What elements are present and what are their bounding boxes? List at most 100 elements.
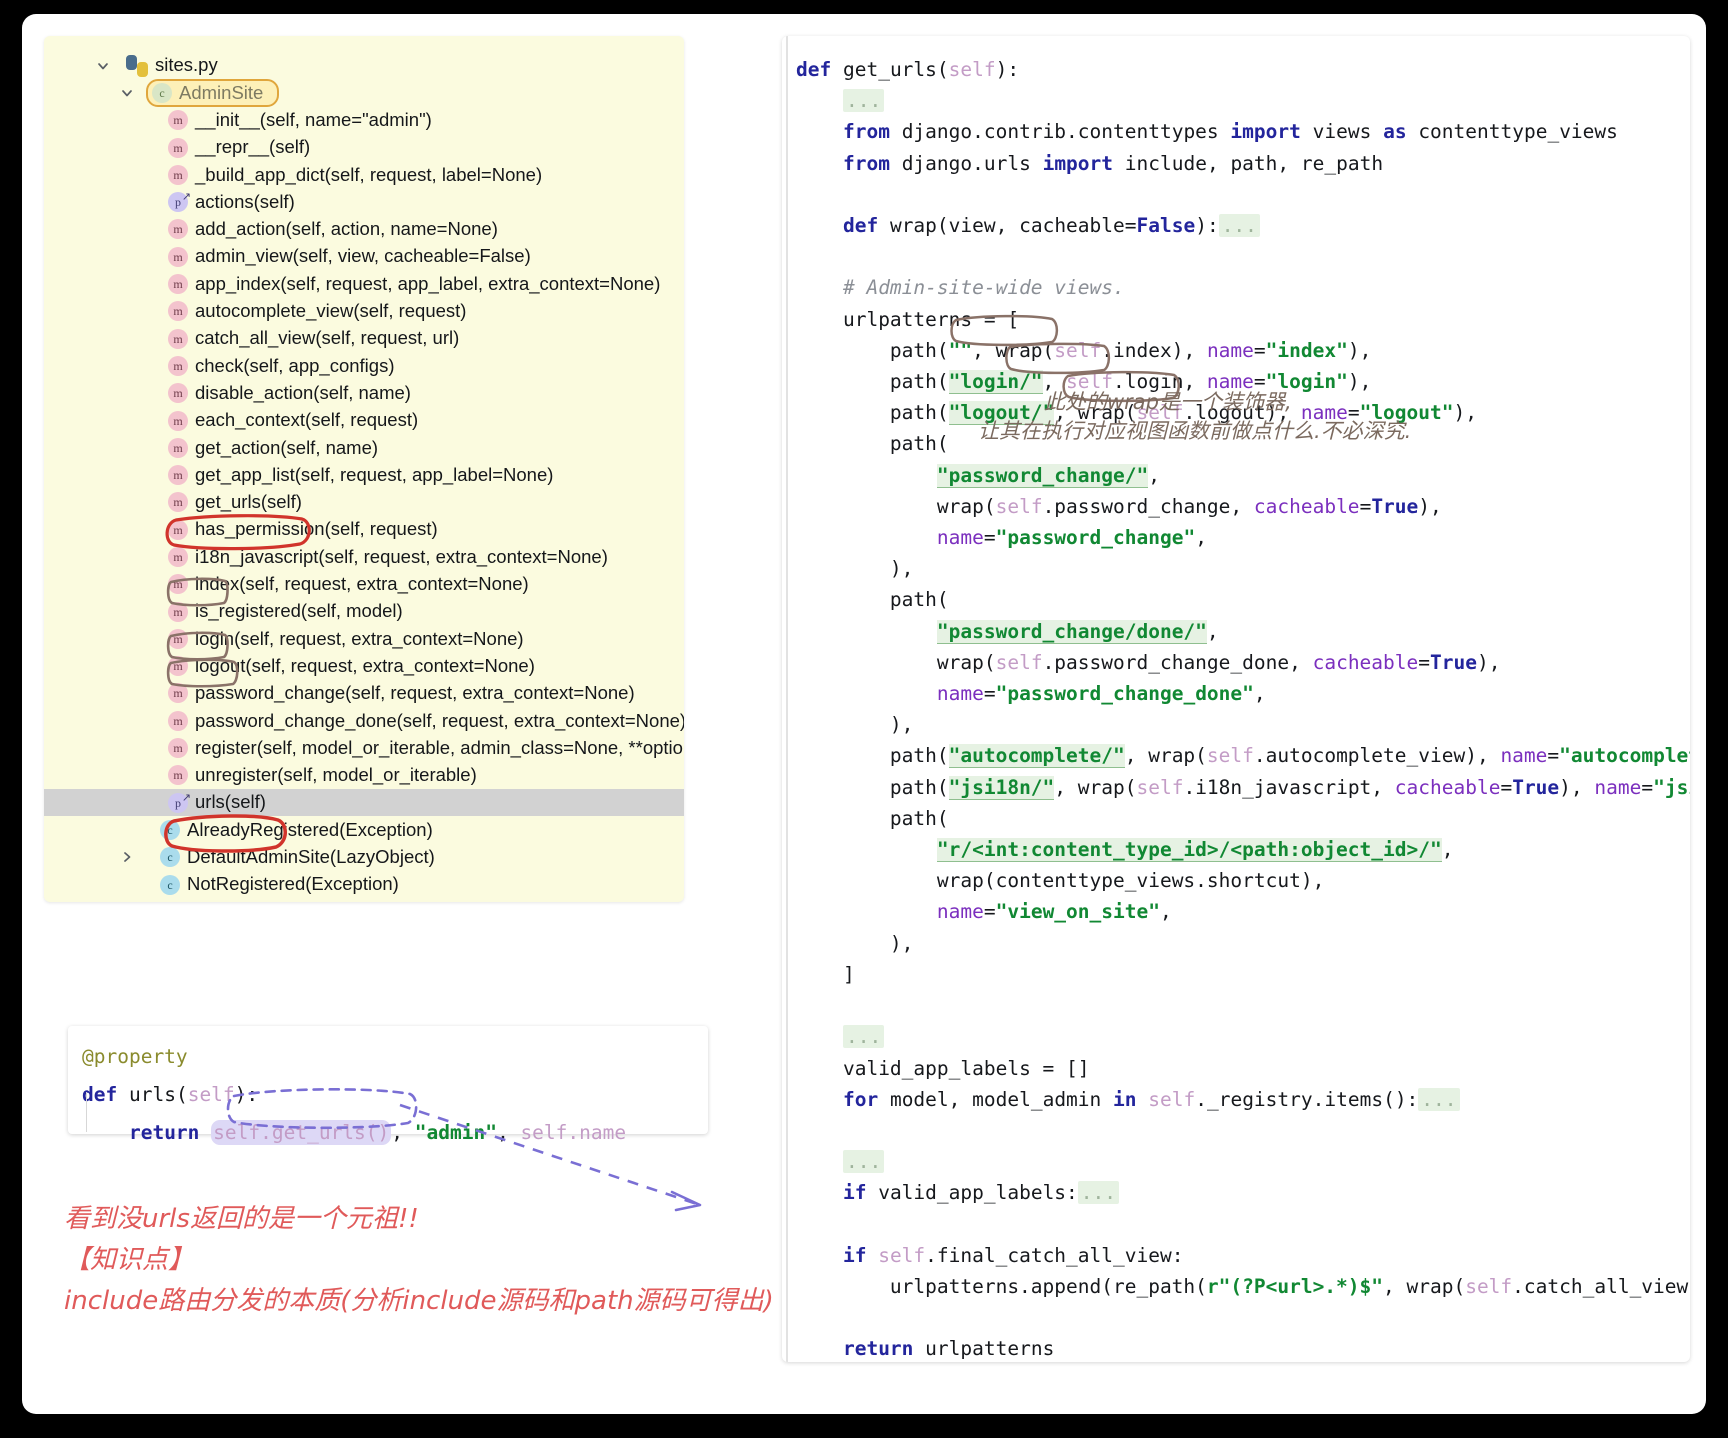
tree-item-member[interactable]: m index(self, request, extra_context=None… <box>44 571 684 598</box>
tree-item-member[interactable]: m__init__(self, name="admin") <box>44 107 684 134</box>
highlighted-get-urls-call[interactable]: self.get_urls() <box>211 1120 391 1145</box>
method-icon: m <box>168 465 188 485</box>
method-icon: m <box>168 656 188 676</box>
tree-item-member[interactable]: mregister(self, model_or_iterable, admin… <box>44 734 684 761</box>
tree-item-member[interactable]: m __repr__(self) <box>44 134 684 161</box>
method-icon: m <box>168 492 188 512</box>
method-icon: m <box>168 329 188 349</box>
tree-item-member[interactable]: p↗actions(self) <box>44 188 684 215</box>
gutter-line <box>786 36 788 1362</box>
tree-item-member[interactable]: madd_action(self, action, name=None) <box>44 216 684 243</box>
tree-item-label: admin_view(self, view, cacheable=False) <box>195 247 531 266</box>
tree-item-member[interactable]: munregister(self, model_or_iterable) <box>44 762 684 789</box>
tree-item-class[interactable]: cAlreadyRegistered(Exception) <box>44 816 684 843</box>
tree-item-member[interactable]: m login(self, request, extra_context=None… <box>44 625 684 652</box>
tree-item-label: password_change_done(self, request, extr… <box>195 712 684 731</box>
tree-item-label: each_context(self, request) <box>195 411 418 430</box>
method-icon: m <box>168 602 188 622</box>
tree-item-member[interactable]: p↗ urls(self) <box>44 789 684 816</box>
tree-item-label: disable_action(self, name) <box>195 384 411 403</box>
tree-item-class[interactable]: cDefaultAdminSite(LazyObject) <box>44 844 684 871</box>
tree-item-label: AlreadyRegistered(Exception) <box>187 821 433 840</box>
method-icon: m <box>168 383 188 403</box>
method-icon: m <box>168 247 188 267</box>
tree-item-label: register(self, model_or_iterable, admin_… <box>195 739 684 758</box>
tree-item-class[interactable]: c NotRegistered(Exception) <box>44 871 684 898</box>
adminsite-highlight-pill[interactable]: c AdminSite <box>146 79 279 107</box>
def-keyword: def <box>82 1083 117 1106</box>
tree-class-label: AdminSite <box>179 84 263 103</box>
source-code-panel[interactable]: def get_urls(self): ... from django.cont… <box>782 36 1690 1362</box>
method-icon: m <box>168 110 188 130</box>
method-icon: m <box>168 711 188 731</box>
tree-item-label: catch_all_view(self, request, url) <box>195 329 459 348</box>
tree-item-member[interactable]: mget_action(self, name) <box>44 434 684 461</box>
tree-item-label: actions(self) <box>195 193 295 212</box>
tree-item-member[interactable]: mis_registered(self, model) <box>44 598 684 625</box>
tree-item-member[interactable]: mpassword_change(self, request, extra_co… <box>44 680 684 707</box>
tree-item-label: login(self, request, extra_context=None) <box>195 630 524 649</box>
property-icon: p↗ <box>168 793 188 813</box>
tree-item-member[interactable]: mi18n_javascript(self, request, extra_co… <box>44 543 684 570</box>
method-icon: m <box>168 411 188 431</box>
tree-item-member[interactable]: mhas_permission(self, request) <box>44 516 684 543</box>
tree-item-label: __repr__(self) <box>195 138 310 157</box>
code-note-line-1: 此处的wrap是一个装饰器, <box>1044 386 1292 416</box>
method-icon: m <box>168 356 188 376</box>
tree-item-member[interactable]: mapp_index(self, request, app_label, ext… <box>44 270 684 297</box>
tree-item-member[interactable]: m password_change_done(self, request, ext… <box>44 707 684 734</box>
indent-guide <box>86 1092 87 1132</box>
tree-item-label: index(self, request, extra_context=None) <box>195 575 529 594</box>
tree-item-member[interactable]: m disable_action(self, name) <box>44 380 684 407</box>
code-note-line-2: 让其在执行对应视图函数前做点什么.不必深究. <box>978 415 1411 445</box>
tree-item-member[interactable]: m get_app_list(self, request, app_label=N… <box>44 461 684 488</box>
handwritten-notes: 看到没urls返回的是一个元祖!! 【知识点】 include路由分发的本质(分… <box>64 1199 804 1322</box>
tree-item-member[interactable]: mcheck(self, app_configs) <box>44 352 684 379</box>
method-icon: m <box>168 138 188 158</box>
collapsed-ellipsis[interactable]: ... <box>843 89 884 112</box>
chevron-down-icon[interactable] <box>92 59 114 73</box>
tree-item-member[interactable]: mautocomplete_view(self, request) <box>44 298 684 325</box>
class-icon: c <box>160 875 180 895</box>
tree-item-member[interactable]: mlogout(self, request, extra_context=Non… <box>44 653 684 680</box>
decorator-property: @property <box>82 1045 188 1068</box>
self-name-expr: self.name <box>520 1121 626 1144</box>
python-file-icon <box>126 55 148 77</box>
method-icon: m <box>168 629 188 649</box>
structure-tree[interactable]: sites.py c AdminSite m__init__(self, nam… <box>44 36 684 898</box>
method-icon: m <box>168 574 188 594</box>
tree-item-label: _build_app_dict(self, request, label=Non… <box>195 166 542 185</box>
method-icon: m <box>168 219 188 239</box>
tree-item-member[interactable]: m admin_view(self, view, cacheable=False) <box>44 243 684 270</box>
structure-tree-panel[interactable]: sites.py c AdminSite m__init__(self, nam… <box>44 36 684 902</box>
tree-item-label: app_index(self, request, app_label, extr… <box>195 275 660 294</box>
tree-item-label: has_permission(self, request) <box>195 520 438 539</box>
chevron-down-icon[interactable] <box>116 86 138 100</box>
def-name: urls <box>129 1083 176 1106</box>
note-line-2: 【知识点】 <box>64 1240 804 1281</box>
tree-item-label: urls(self) <box>195 793 266 812</box>
tree-item-file[interactable]: sites.py <box>44 52 684 79</box>
tree-item-member[interactable]: m_build_app_dict(self, request, label=No… <box>44 161 684 188</box>
tree-item-label: get_urls(self) <box>195 493 302 512</box>
admin-string: "admin" <box>415 1121 497 1144</box>
tree-classes-list[interactable]: cAlreadyRegistered(Exception)cDefaultAdm… <box>44 816 684 898</box>
tree-item-label: autocomplete_view(self, request) <box>195 302 466 321</box>
method-icon: m <box>168 683 188 703</box>
class-icon: c <box>152 83 172 103</box>
tree-item-label: DefaultAdminSite(LazyObject) <box>187 848 435 867</box>
tree-item-member[interactable]: m catch_all_view(self, request, url) <box>44 325 684 352</box>
tree-item-label: NotRegistered(Exception) <box>187 875 399 894</box>
tree-item-label: get_app_list(self, request, app_label=No… <box>195 466 553 485</box>
tree-item-member[interactable]: m get_urls(self) <box>44 489 684 516</box>
note-line-1: 看到没urls返回的是一个元祖!! <box>64 1199 804 1240</box>
get-urls-source: def get_urls(self): ... from django.cont… <box>782 36 1690 1362</box>
tree-item-label: get_action(self, name) <box>195 439 378 458</box>
tree-members-list[interactable]: m__init__(self, name="admin")m__repr__(s… <box>44 107 684 817</box>
tree-item-member[interactable]: m each_context(self, request) <box>44 407 684 434</box>
tree-item-class-adminsite[interactable]: c AdminSite <box>44 79 684 106</box>
app-window: sites.py c AdminSite m__init__(self, nam… <box>22 14 1706 1414</box>
chevron-right-icon[interactable] <box>116 850 138 864</box>
urls-property-snippet: @property def urls(self): return self.ge… <box>68 1026 708 1134</box>
def-args: self <box>188 1083 235 1106</box>
